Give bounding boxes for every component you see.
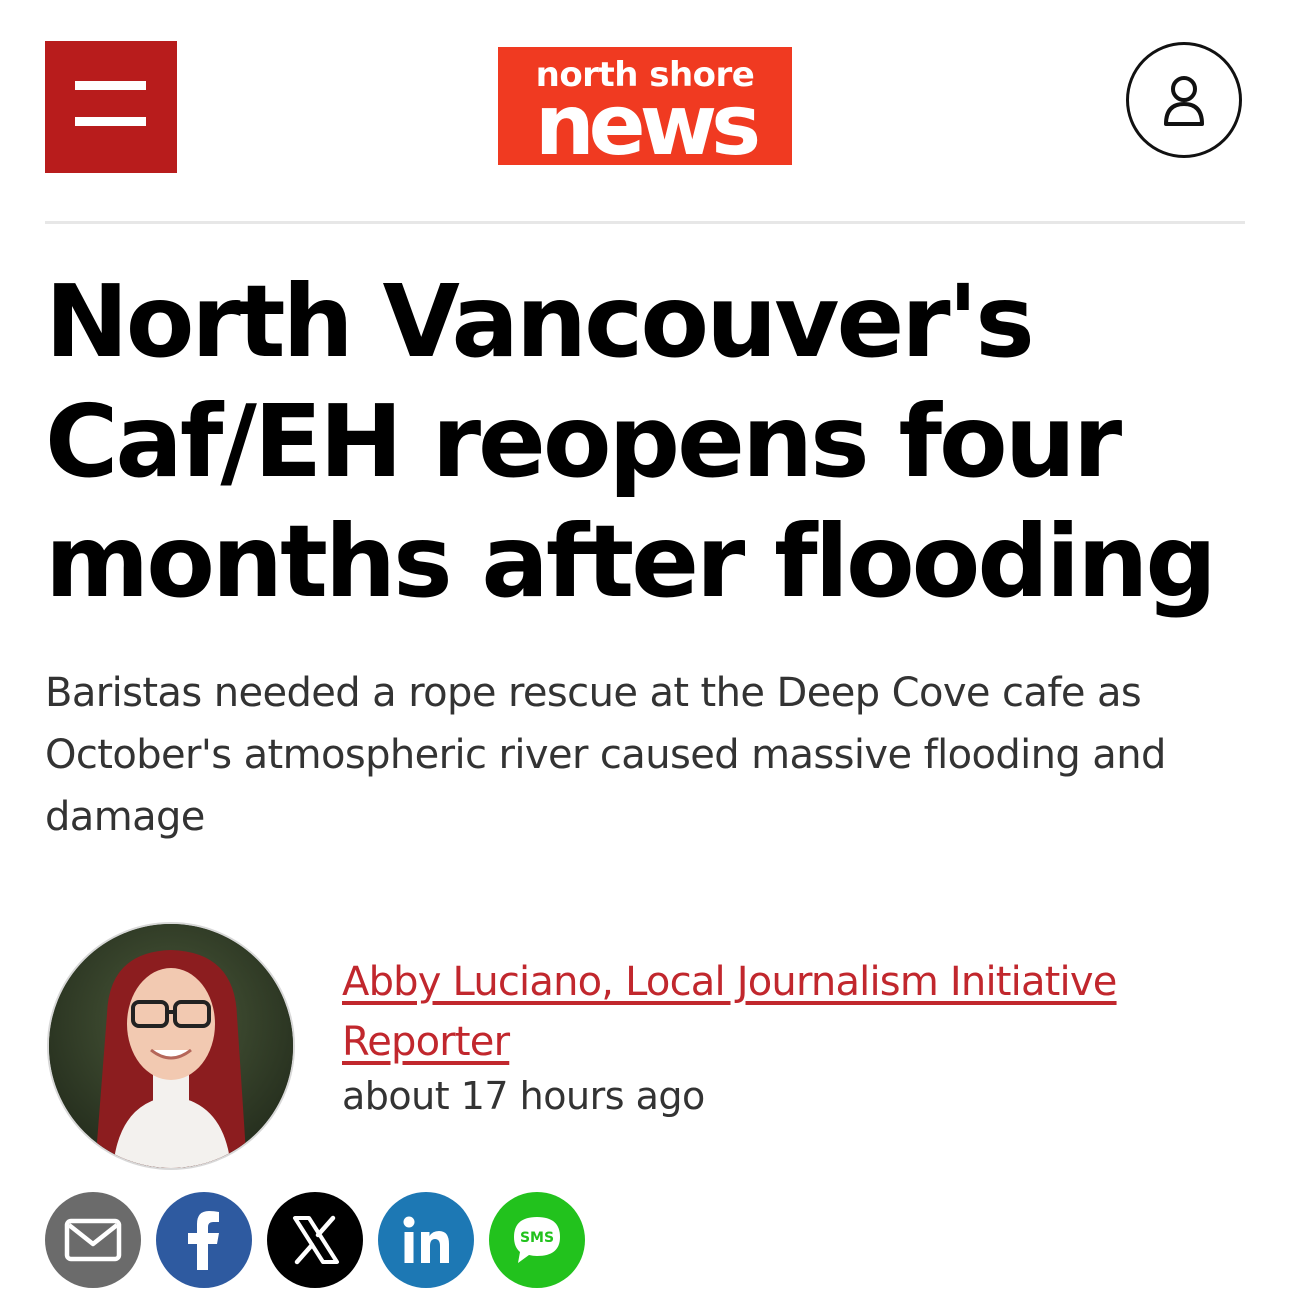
share-facebook-button[interactable] (156, 1192, 252, 1288)
share-linkedin-button[interactable] (378, 1192, 474, 1288)
share-sms-button[interactable]: SMS (489, 1192, 585, 1288)
site-logo[interactable]: north shore news (498, 47, 792, 165)
share-x-button[interactable] (267, 1192, 363, 1288)
author-name-link[interactable]: Abby Luciano, Local Journalism Initiativ… (342, 952, 1202, 1072)
linkedin-icon (403, 1216, 449, 1263)
x-icon (293, 1215, 339, 1265)
author-avatar (47, 922, 295, 1170)
article-subheadline: Baristas needed a rope rescue at the Dee… (45, 670, 1166, 840)
article-headline: North Vancouver's Caf/EH reopens four mo… (45, 263, 1217, 620)
menu-button[interactable] (45, 41, 177, 173)
user-account-icon (1164, 76, 1204, 126)
facebook-icon (188, 1211, 219, 1270)
email-icon (64, 1218, 122, 1262)
publish-timestamp: about 17 hours ago (342, 1074, 705, 1118)
sms-label: SMS (520, 1230, 554, 1246)
header-divider (45, 221, 1245, 224)
account-button[interactable] (1126, 42, 1242, 158)
hamburger-menu-icon (75, 81, 146, 90)
hamburger-menu-icon-bar (75, 117, 146, 126)
logo-line2: news (534, 76, 761, 165)
sms-icon: SMS (514, 1217, 560, 1263)
share-email-button[interactable] (45, 1192, 141, 1288)
